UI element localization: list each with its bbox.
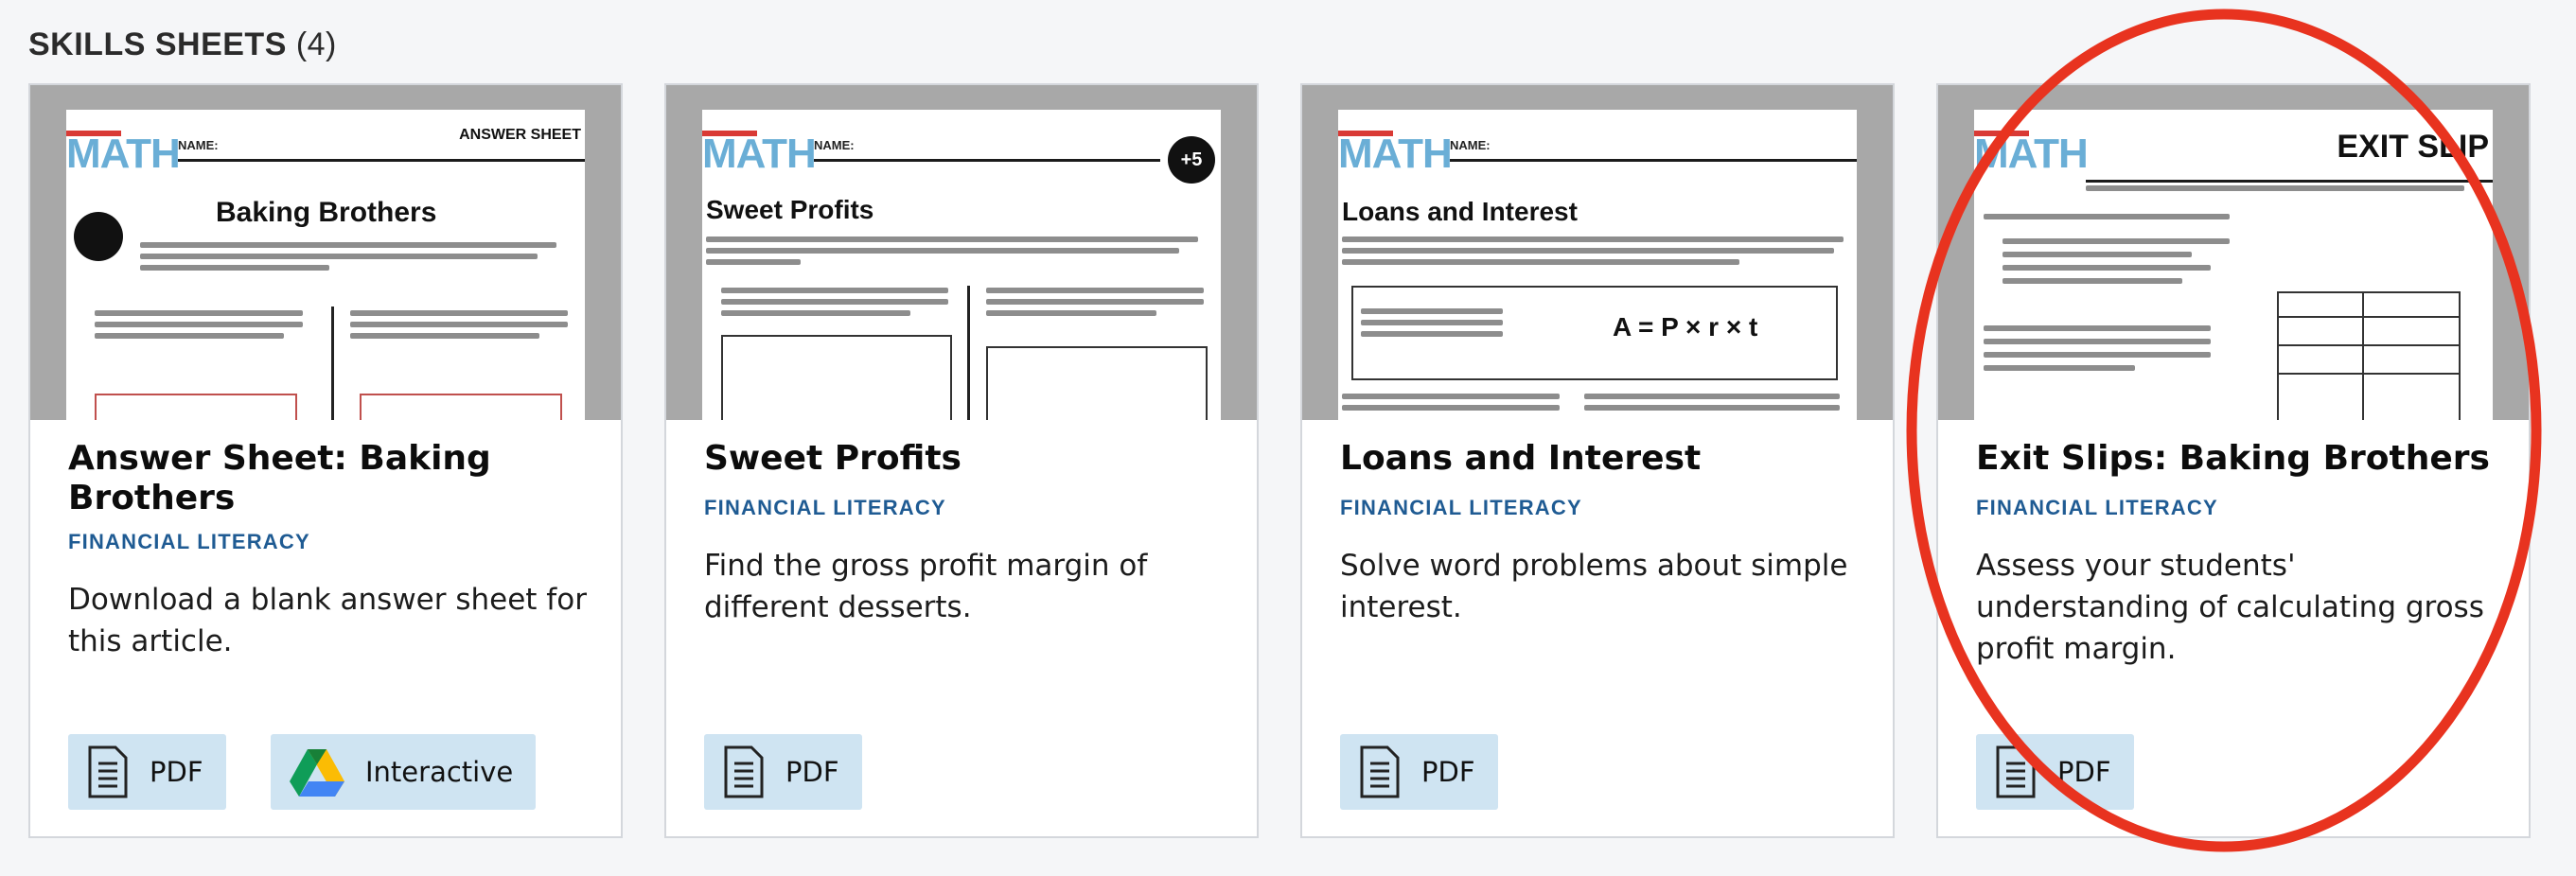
math-logo: MATH	[1338, 131, 1453, 177]
pdf-download-button[interactable]: PDF	[1976, 734, 2134, 810]
card-category: FINANCIAL LITERACY	[1976, 496, 2218, 519]
thumb-heading: Sweet Profits	[706, 195, 874, 224]
document-icon	[1360, 745, 1400, 798]
pdf-download-button[interactable]: PDF	[68, 734, 226, 810]
card-description: Assess your students' understanding of c…	[1976, 549, 2484, 666]
pdf-download-button[interactable]: PDF	[1340, 734, 1498, 810]
card-title[interactable]: Answer Sheet: Baking Brothers	[68, 439, 587, 518]
skill-card-loans-interest[interactable]: MATH NAME: Loans and Interest A = P × r …	[1300, 83, 1895, 838]
document-icon	[88, 745, 128, 798]
card-description: Solve word problems about simple interes…	[1340, 549, 1848, 624]
card-thumbnail[interactable]: MATH NAME: +5 Sweet Profits	[666, 85, 1257, 420]
card-thumbnail[interactable]: MATH NAME: ANSWER SHEET Baking Brothers	[30, 85, 621, 420]
math-logo: MATH	[1974, 131, 2089, 177]
math-logo: MATH	[66, 131, 181, 177]
pdf-button-label: PDF	[150, 756, 203, 788]
card-description: Find the gross profit margin of differen…	[704, 549, 1148, 624]
thumbnail-document-preview: MATH NAME: +5 Sweet Profits	[702, 110, 1221, 420]
thumb-tag: ANSWER SHEET	[459, 127, 581, 143]
pdf-button-label: PDF	[1421, 756, 1475, 788]
card-category: FINANCIAL LITERACY	[1340, 496, 1582, 519]
section-title-name: SKILLS SHEETS	[28, 26, 287, 62]
document-icon	[724, 745, 764, 798]
pdf-button-label: PDF	[785, 756, 839, 788]
thumbnail-document-preview: MATH NAME: ANSWER SHEET Baking Brothers	[66, 110, 585, 420]
thumb-heading: Loans and Interest	[1342, 197, 1578, 226]
google-drive-icon	[290, 749, 344, 797]
your-turn-badge	[74, 212, 123, 261]
section-title-count: (4)	[295, 26, 337, 62]
thumbnail-document-preview: MATH NAME: Loans and Interest A = P × r …	[1338, 110, 1857, 420]
interactive-button-label: Interactive	[365, 756, 514, 788]
skill-card-exit-slips[interactable]: MATH EXIT SLIP Exit Slips: Baking Brothe…	[1936, 83, 2531, 838]
document-icon	[1996, 745, 2036, 798]
name-line	[178, 159, 585, 162]
skill-card-answer-sheet[interactable]: MATH NAME: ANSWER SHEET Baking Brothers …	[28, 83, 623, 838]
thumb-heading: Baking Brothers	[216, 197, 437, 228]
thumbnail-document-preview: MATH EXIT SLIP	[1974, 110, 2493, 420]
card-title[interactable]: Loans and Interest	[1340, 439, 1859, 479]
interactive-button[interactable]: Interactive	[271, 734, 537, 810]
name-label: NAME:	[814, 138, 855, 152]
card-thumbnail[interactable]: MATH NAME: Loans and Interest A = P × r …	[1302, 85, 1893, 420]
card-category: FINANCIAL LITERACY	[704, 496, 946, 519]
bonus-badge: +5	[1168, 136, 1215, 184]
math-logo: MATH	[702, 131, 817, 177]
name-label: NAME:	[178, 138, 219, 152]
card-thumbnail[interactable]: MATH EXIT SLIP	[1938, 85, 2529, 420]
pdf-download-button[interactable]: PDF	[704, 734, 862, 810]
section-title: SKILLS SHEETS (4)	[28, 26, 337, 63]
pdf-button-label: PDF	[2057, 756, 2111, 788]
thumb-tag: EXIT SLIP	[2337, 129, 2489, 165]
card-description: Download a blank answer sheet for this a…	[68, 583, 587, 658]
card-category: FINANCIAL LITERACY	[68, 530, 310, 553]
card-title[interactable]: Exit Slips: Baking Brothers	[1976, 439, 2495, 479]
card-title[interactable]: Sweet Profits	[704, 439, 1223, 479]
name-label: NAME:	[1450, 138, 1491, 152]
skill-card-sweet-profits[interactable]: MATH NAME: +5 Sweet Profits Sweet Profit…	[664, 83, 1259, 838]
